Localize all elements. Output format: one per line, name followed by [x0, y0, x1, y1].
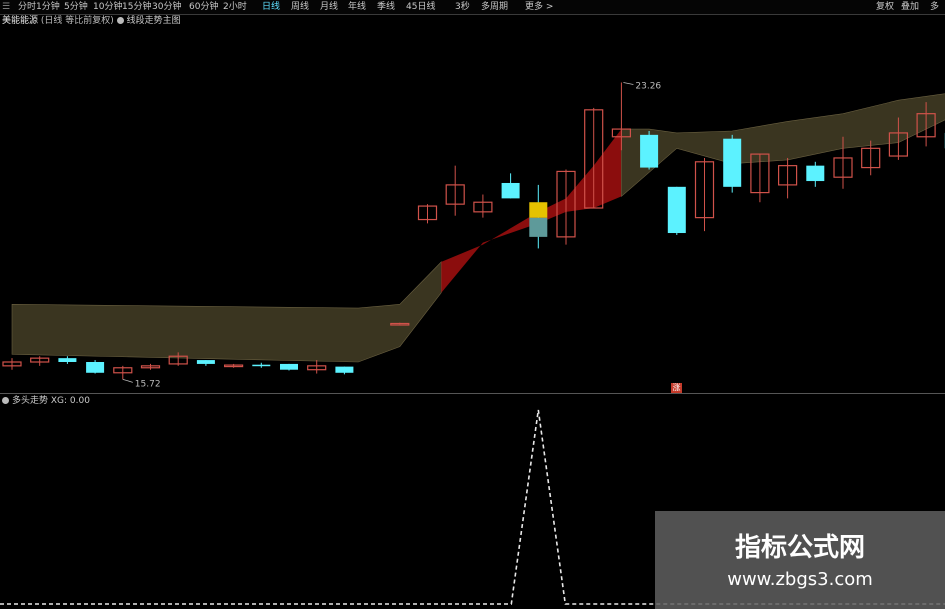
- candle-down: [640, 134, 659, 168]
- sub-indicator-value: XG: 0.00: [50, 396, 90, 406]
- watermark-title: 指标公式网: [734, 533, 865, 563]
- watermark-url: www.zbgs3.com: [727, 569, 873, 590]
- candle-down: [252, 364, 271, 367]
- signal-candle-top: [529, 202, 548, 218]
- high-label: 23.26: [635, 81, 661, 91]
- sub-indicator-bar: 多头走势 XG: 0.00: [2, 395, 90, 407]
- watermark: 指标公式网 www.zbgs3.com: [655, 511, 945, 609]
- band-layer: [11, 93, 945, 363]
- candle-down: [667, 186, 686, 234]
- support-band: [11, 261, 442, 363]
- candle-down: [196, 360, 215, 364]
- high-pointer: [623, 82, 634, 85]
- trend-band: [621, 93, 945, 198]
- low-label: 15.72: [135, 379, 161, 389]
- candle-down: [280, 363, 298, 370]
- candle-down: [335, 366, 354, 373]
- candle-down: [501, 182, 520, 199]
- candle-down: [723, 138, 742, 187]
- pane-divider[interactable]: [0, 393, 945, 394]
- candle-down: [806, 165, 825, 182]
- sub-indicator-dot-icon[interactable]: [2, 397, 9, 404]
- sub-indicator-name[interactable]: 多头走势: [12, 396, 48, 406]
- low-pointer: [122, 378, 133, 383]
- signal-candle-bottom: [529, 217, 548, 237]
- candle-down: [58, 358, 77, 362]
- rise-marker[interactable]: 涨: [671, 383, 682, 393]
- candle-down: [86, 362, 105, 373]
